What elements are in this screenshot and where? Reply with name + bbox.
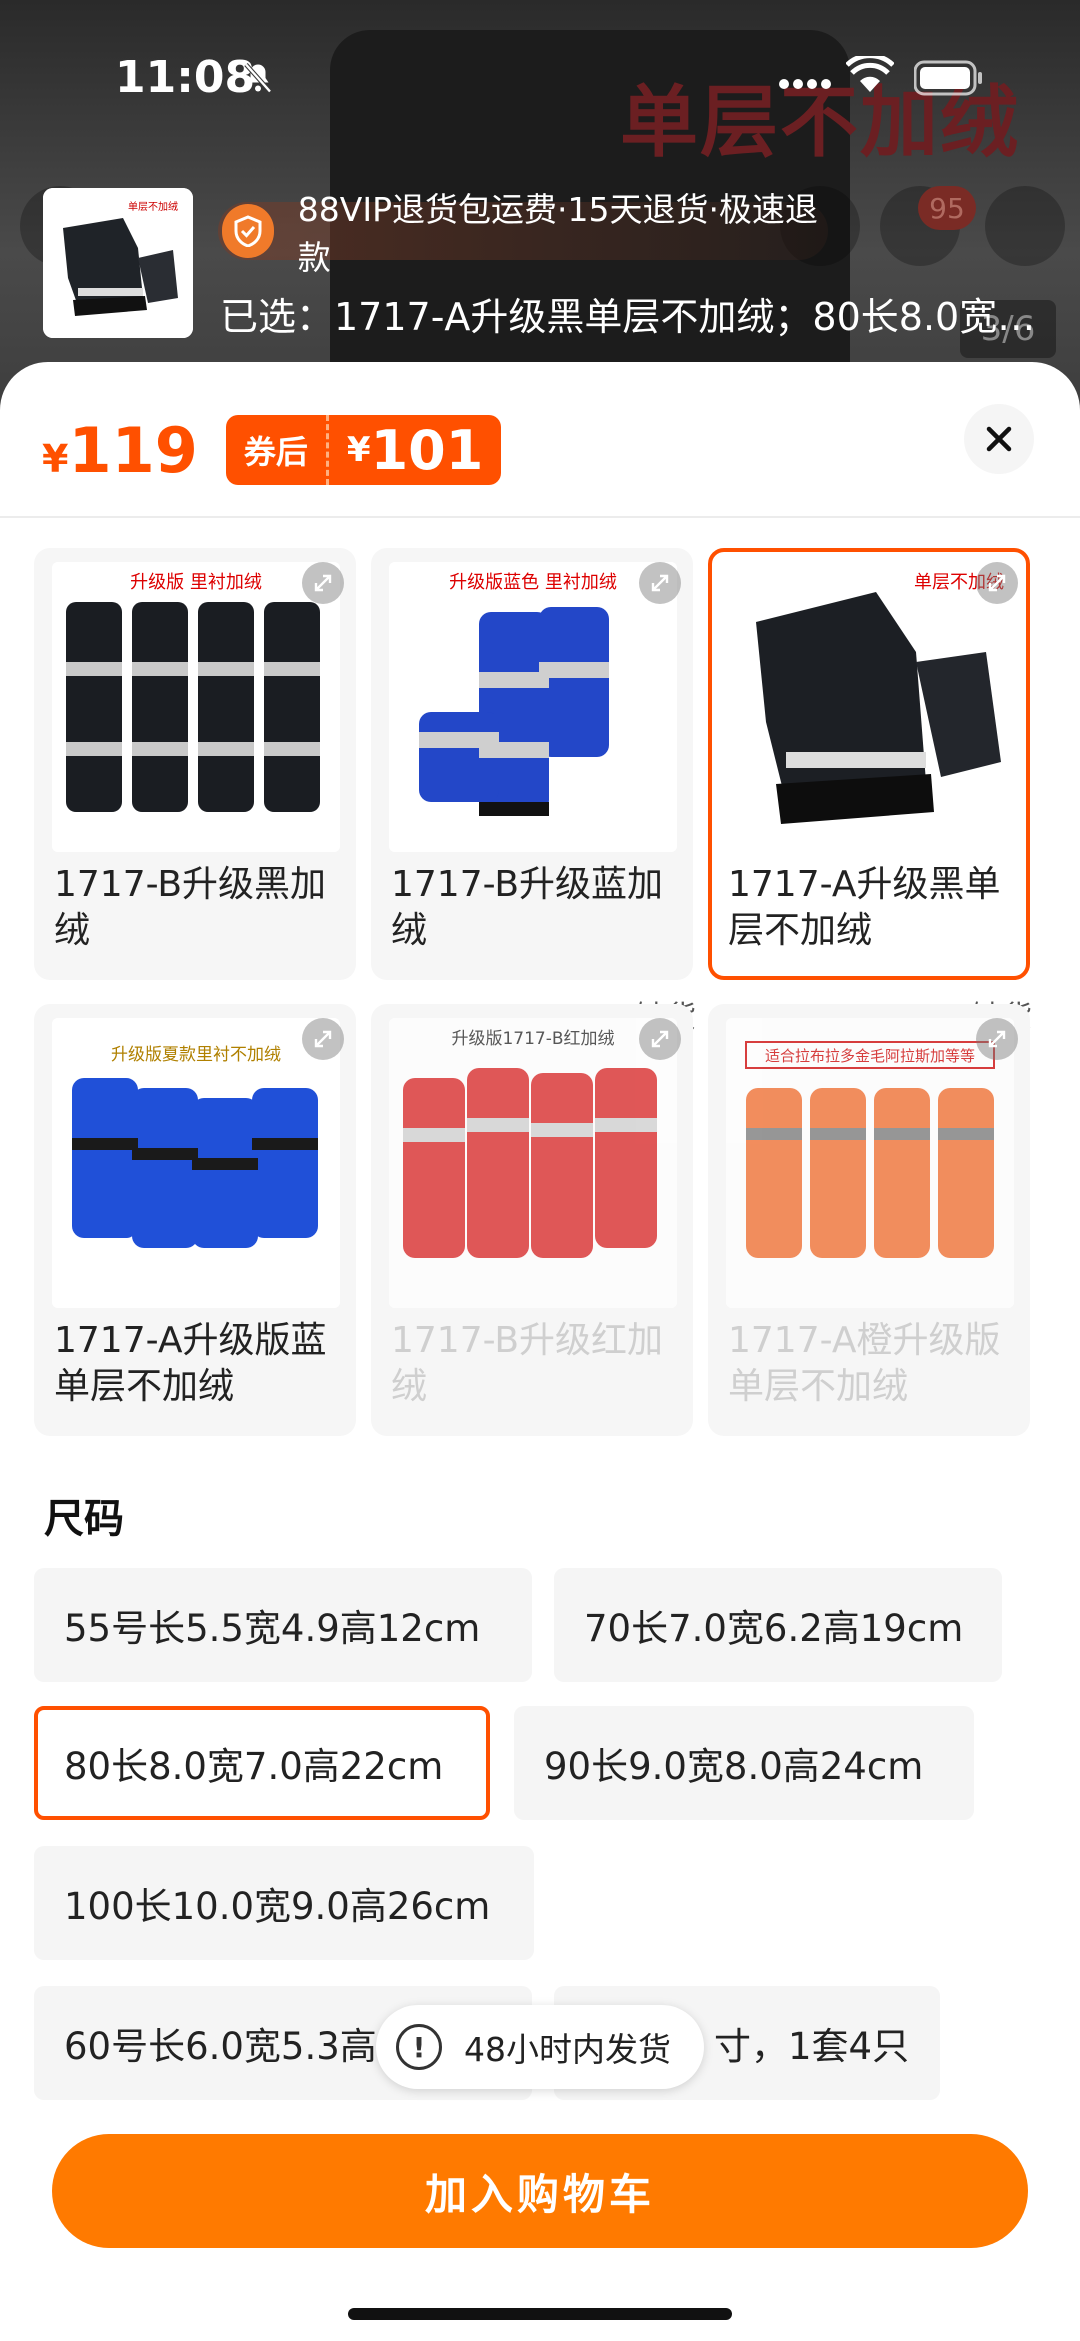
- variant-option[interactable]: 升级版 里衬加绒 1717-B升级黑加绒: [34, 548, 356, 980]
- status-bar: 11:08: [0, 0, 1080, 150]
- close-icon: [986, 426, 1012, 452]
- original-price: ¥ 119: [42, 414, 198, 487]
- variant-option[interactable]: 升级版蓝色 里衬加绒 1717-B升级蓝加绒: [371, 548, 693, 980]
- shipping-tip-text: 48小时内发货: [464, 2030, 671, 2069]
- black-boots-image: 升级版 里衬加绒: [52, 562, 340, 852]
- variant-image: 适合拉布拉多金毛阿拉斯加等等: [726, 1018, 1014, 1308]
- size-option[interactable]: 70长7.0宽6.2高19cm: [554, 1568, 1002, 1682]
- size-option-selected[interactable]: 80长8.0宽7.0高22cm: [34, 1706, 490, 1820]
- size-option[interactable]: 55号长5.5宽4.9高12cm: [34, 1568, 532, 1682]
- boot-image: 单层不加绒: [43, 188, 193, 338]
- expand-icon[interactable]: [639, 1018, 681, 1060]
- close-button[interactable]: [964, 404, 1034, 474]
- expand-icon[interactable]: [302, 1018, 344, 1060]
- expand-icon[interactable]: [302, 562, 344, 604]
- battery-icon: [914, 60, 982, 96]
- variant-option-out-of-stock[interactable]: 适合拉布拉多金毛阿拉斯加等等 1717-A橙升级版单层不加绒: [708, 1004, 1030, 1436]
- blue-boots-image: 升级版蓝色 里衬加绒: [389, 562, 677, 852]
- variant-image: 升级版 里衬加绒: [52, 562, 340, 852]
- variant-image-caption: 适合拉布拉多金毛阿拉斯加等等: [765, 1047, 975, 1065]
- variant-image-caption: 升级版 里衬加绒: [130, 572, 262, 593]
- size-option[interactable]: 90长9.0宽8.0高24cm: [514, 1706, 974, 1820]
- status-time: 11:08: [115, 52, 256, 103]
- variant-image: 升级版夏款里衬不加绒: [52, 1018, 340, 1308]
- sku-selection-sheet: ¥ 119 券后 ¥ 101 升级版 里衬加绒 1717-B升级黑加绒 升级版蓝…: [0, 362, 1080, 2341]
- divider: [0, 516, 1080, 518]
- variant-name: 1717-A升级黑单层不加绒: [728, 864, 1001, 951]
- info-exclamation-icon: !: [396, 2024, 442, 2070]
- shield-check-icon: [222, 204, 274, 258]
- black-single-layer-boot-image: 单层不加绒: [726, 562, 1014, 852]
- size-section-title: 尺码: [44, 1496, 124, 1542]
- variant-name: 1717-B升级蓝加绒: [391, 864, 664, 951]
- coupon-price-badge: 券后 ¥ 101: [225, 415, 502, 485]
- variant-name: 1717-B升级黑加绒: [54, 864, 327, 951]
- price-row: ¥ 119 券后 ¥ 101: [42, 410, 502, 490]
- coupon-price-value: 101: [370, 418, 484, 482]
- vip-service-text: 88VIP退货包运费·15天退货·极速退款: [297, 190, 818, 277]
- variant-option-selected[interactable]: 单层不加绒 1717-A升级黑单层不加绒: [708, 548, 1030, 980]
- svg-text:单层不加绒: 单层不加绒: [128, 200, 178, 213]
- coupon-price: ¥ 101: [328, 415, 502, 485]
- variant-name: 1717-B升级红加绒: [391, 1320, 664, 1407]
- variant-image: 升级版1717-B红加绒: [389, 1018, 677, 1308]
- cart-count-badge: 95: [918, 186, 976, 230]
- add-to-cart-button[interactable]: 加入购物车: [52, 2134, 1028, 2248]
- expand-icon[interactable]: [639, 562, 681, 604]
- variant-image-caption: 升级版夏款里衬不加绒: [111, 1045, 281, 1065]
- currency-symbol: ¥: [346, 430, 371, 470]
- home-indicator[interactable]: [348, 2308, 732, 2320]
- shipping-tip: ! 48小时内发货: [376, 2005, 704, 2089]
- size-option[interactable]: 100长10.0宽9.0高26cm: [34, 1846, 534, 1960]
- variant-name: 1717-A升级版蓝单层不加绒: [54, 1320, 327, 1407]
- original-price-value: 119: [68, 413, 198, 487]
- orange-boots-image: 适合拉布拉多金毛阿拉斯加等等: [726, 1018, 1014, 1308]
- signal-icon: [779, 79, 831, 89]
- selected-variant-thumbnail[interactable]: 单层不加绒: [43, 188, 193, 338]
- expand-icon[interactable]: [976, 1018, 1018, 1060]
- variant-image: 升级版蓝色 里衬加绒: [389, 562, 677, 852]
- vip-service-badge: 88VIP退货包运费·15天退货·极速退款: [218, 190, 828, 277]
- currency-symbol: ¥: [42, 436, 69, 481]
- selected-summary: 已选：1717-A升级黑单层不加绒；80长8.0宽7.0高22cm: [220, 295, 1040, 339]
- more-icon: [985, 186, 1065, 266]
- bell-muted-icon: [244, 63, 272, 93]
- variant-image-caption: 升级版1717-B红加绒: [451, 1029, 614, 1049]
- red-boots-image: 升级版1717-B红加绒: [389, 1018, 677, 1308]
- wifi-icon: [846, 56, 894, 92]
- variant-option[interactable]: 升级版夏款里衬不加绒 1717-A升级版蓝单层不加绒: [34, 1004, 356, 1436]
- expand-icon[interactable]: [976, 562, 1018, 604]
- variant-name: 1717-A橙升级版单层不加绒: [728, 1320, 1001, 1407]
- variant-image: 单层不加绒: [726, 562, 1014, 852]
- variant-image-caption: 升级版蓝色 里衬加绒: [449, 572, 617, 593]
- coupon-label: 券后: [225, 415, 329, 485]
- variant-option-out-of-stock[interactable]: 升级版1717-B红加绒 1717-B升级红加绒: [371, 1004, 693, 1436]
- blue-single-layer-boots-image: 升级版夏款里衬不加绒: [52, 1018, 340, 1308]
